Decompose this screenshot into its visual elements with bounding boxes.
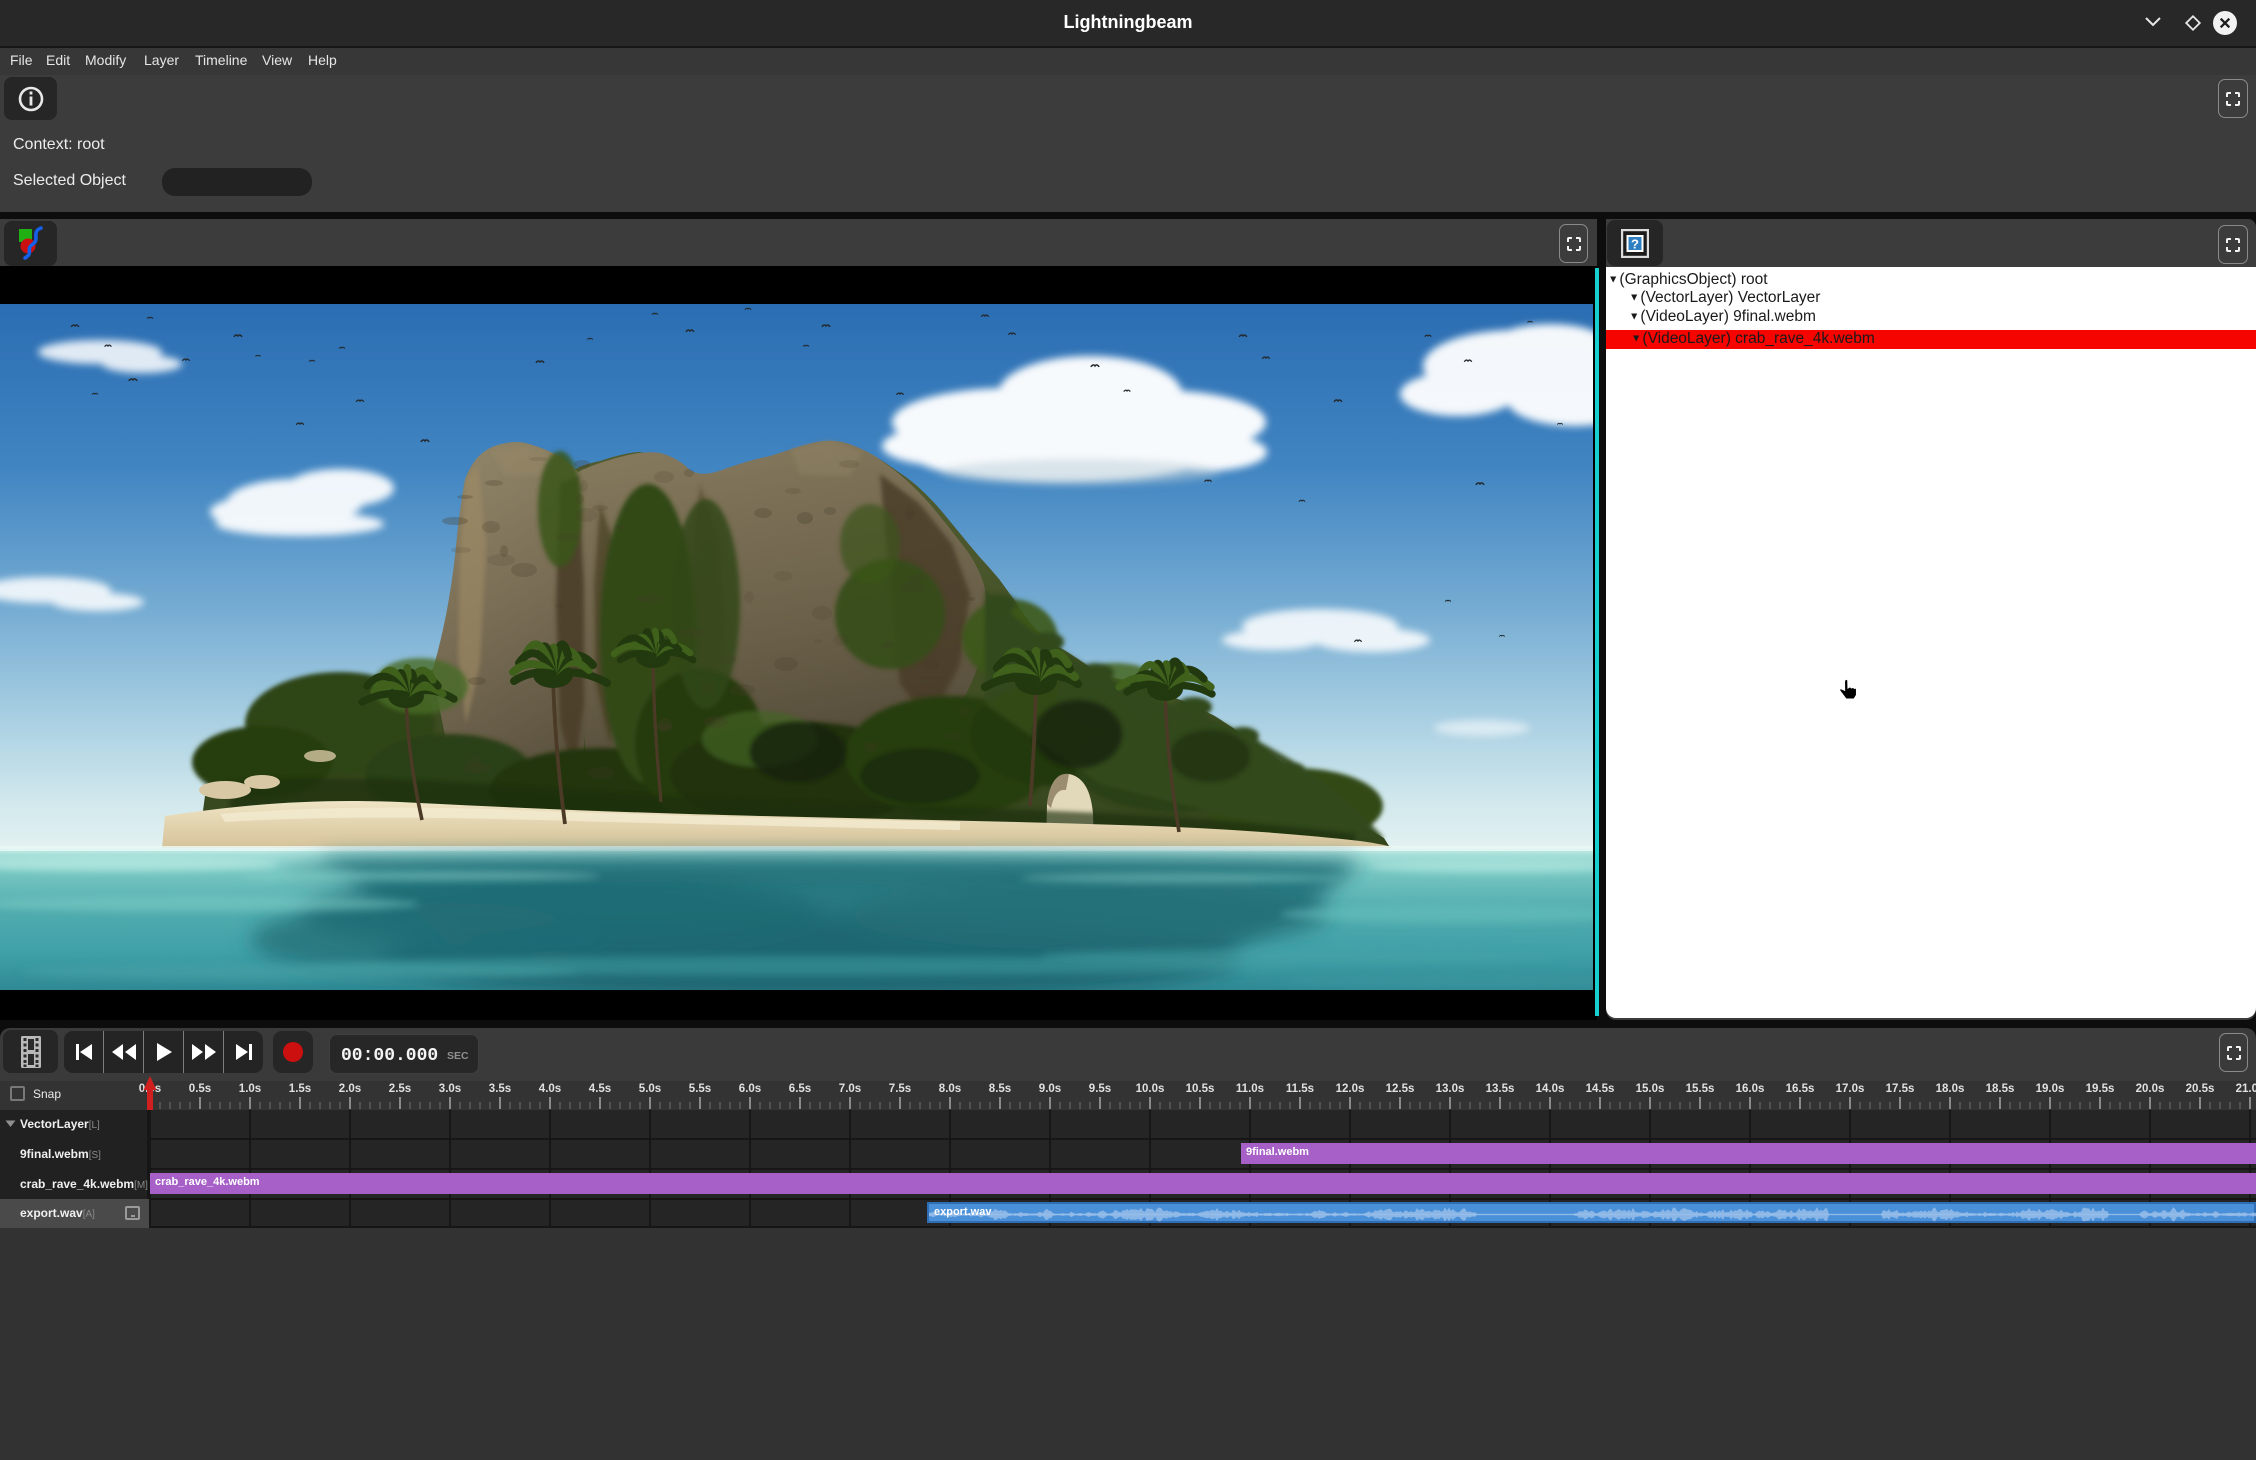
svg-text:?: ? (1631, 236, 1639, 251)
